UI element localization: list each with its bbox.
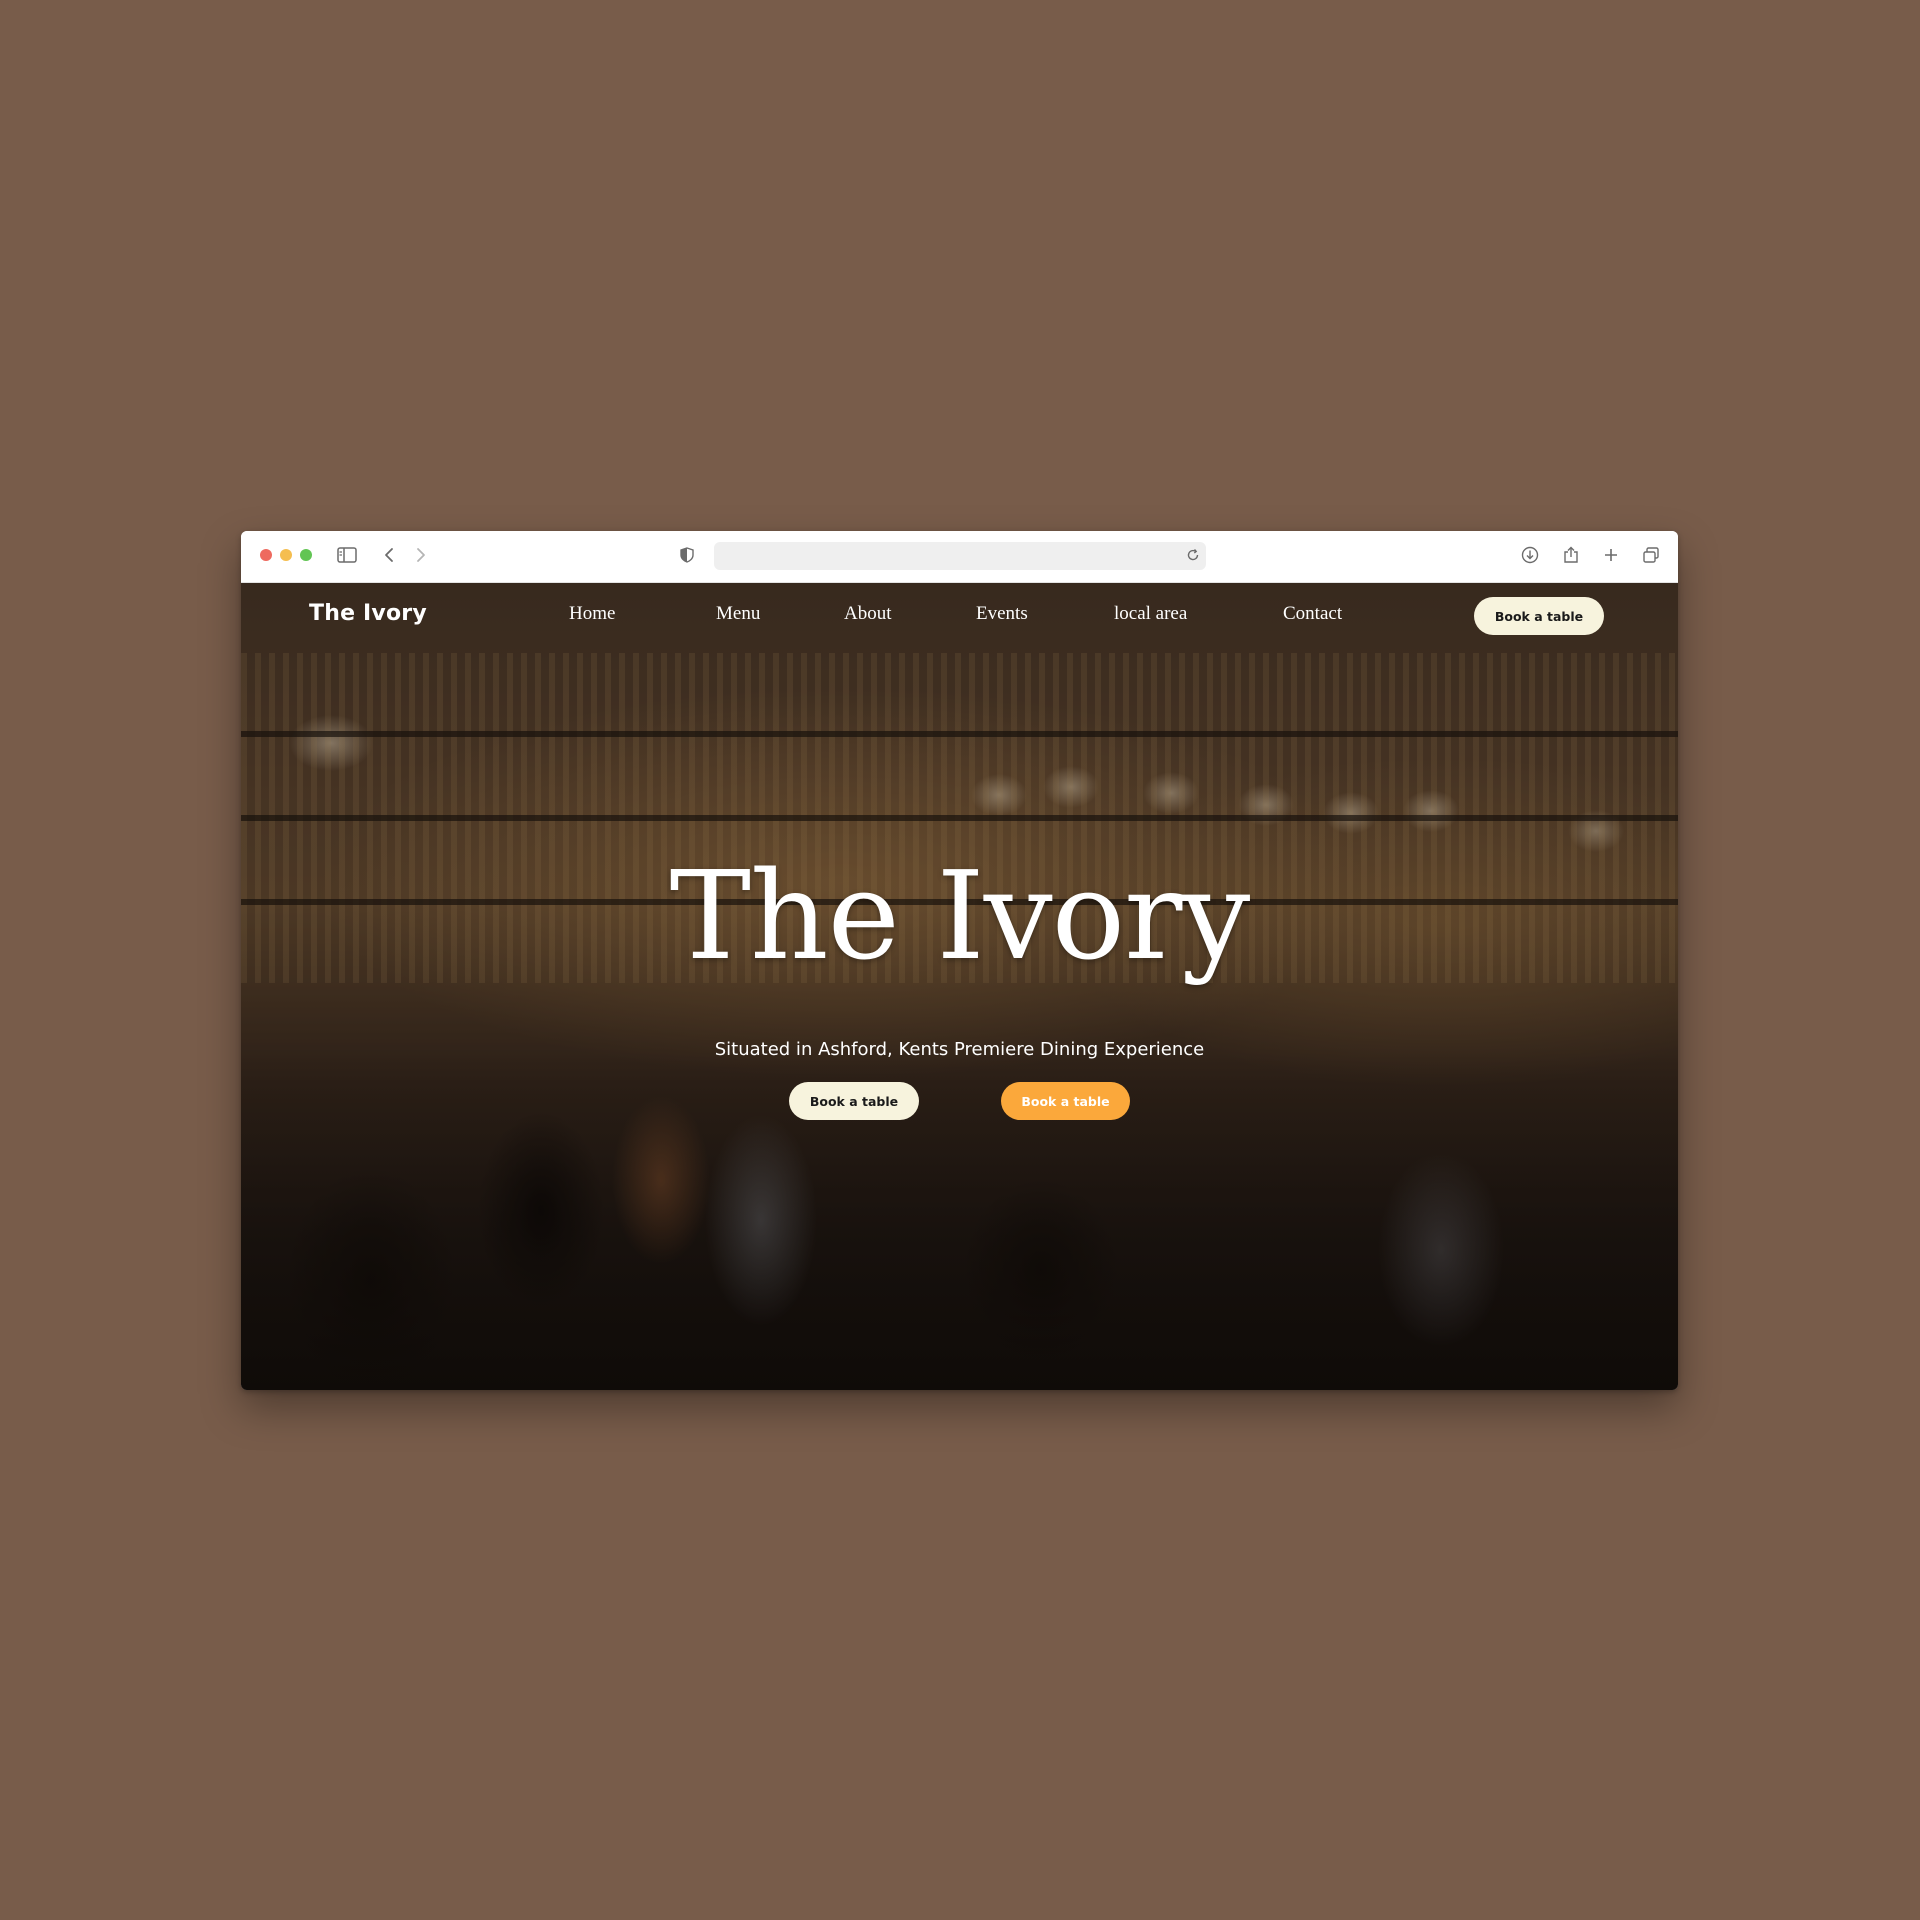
hero-book-table-accent-button[interactable]: Book a table — [1001, 1082, 1130, 1120]
share-icon[interactable] — [1559, 543, 1583, 567]
address-bar[interactable] — [714, 542, 1206, 570]
nav-link-menu[interactable]: Menu — [716, 603, 760, 625]
browser-window: The Ivory Home Menu About Events local a… — [241, 531, 1678, 1390]
hero-subtitle: Situated in Ashford, Kents Premiere Dini… — [714, 1039, 1205, 1060]
forward-icon[interactable] — [409, 543, 433, 567]
maximize-window-button[interactable] — [300, 549, 312, 561]
tab-overview-icon[interactable] — [1639, 543, 1663, 567]
sidebar-toggle-icon[interactable] — [335, 543, 359, 567]
nav-book-table-button[interactable]: Book a table — [1474, 597, 1604, 635]
minimize-window-button[interactable] — [280, 549, 292, 561]
nav-link-about[interactable]: About — [844, 603, 892, 625]
nav-link-events[interactable]: Events — [976, 603, 1028, 625]
browser-toolbar — [241, 531, 1678, 583]
site-logo[interactable]: The Ivory — [309, 601, 427, 626]
reload-icon[interactable] — [1186, 548, 1200, 567]
close-window-button[interactable] — [260, 549, 272, 561]
nav-link-local-area[interactable]: local area — [1114, 603, 1187, 625]
hero-title: The Ivory — [669, 845, 1251, 987]
site-navigation: The Ivory Home Menu About Events local a… — [241, 583, 1678, 653]
back-icon[interactable] — [377, 543, 401, 567]
privacy-shield-icon[interactable] — [675, 543, 699, 567]
new-tab-icon[interactable] — [1599, 543, 1623, 567]
nav-link-contact[interactable]: Contact — [1283, 603, 1342, 625]
nav-link-home[interactable]: Home — [569, 603, 615, 625]
hero-book-table-button[interactable]: Book a table — [789, 1082, 919, 1120]
website-viewport: The Ivory Home Menu About Events local a… — [241, 583, 1678, 1390]
downloads-icon[interactable] — [1518, 543, 1542, 567]
